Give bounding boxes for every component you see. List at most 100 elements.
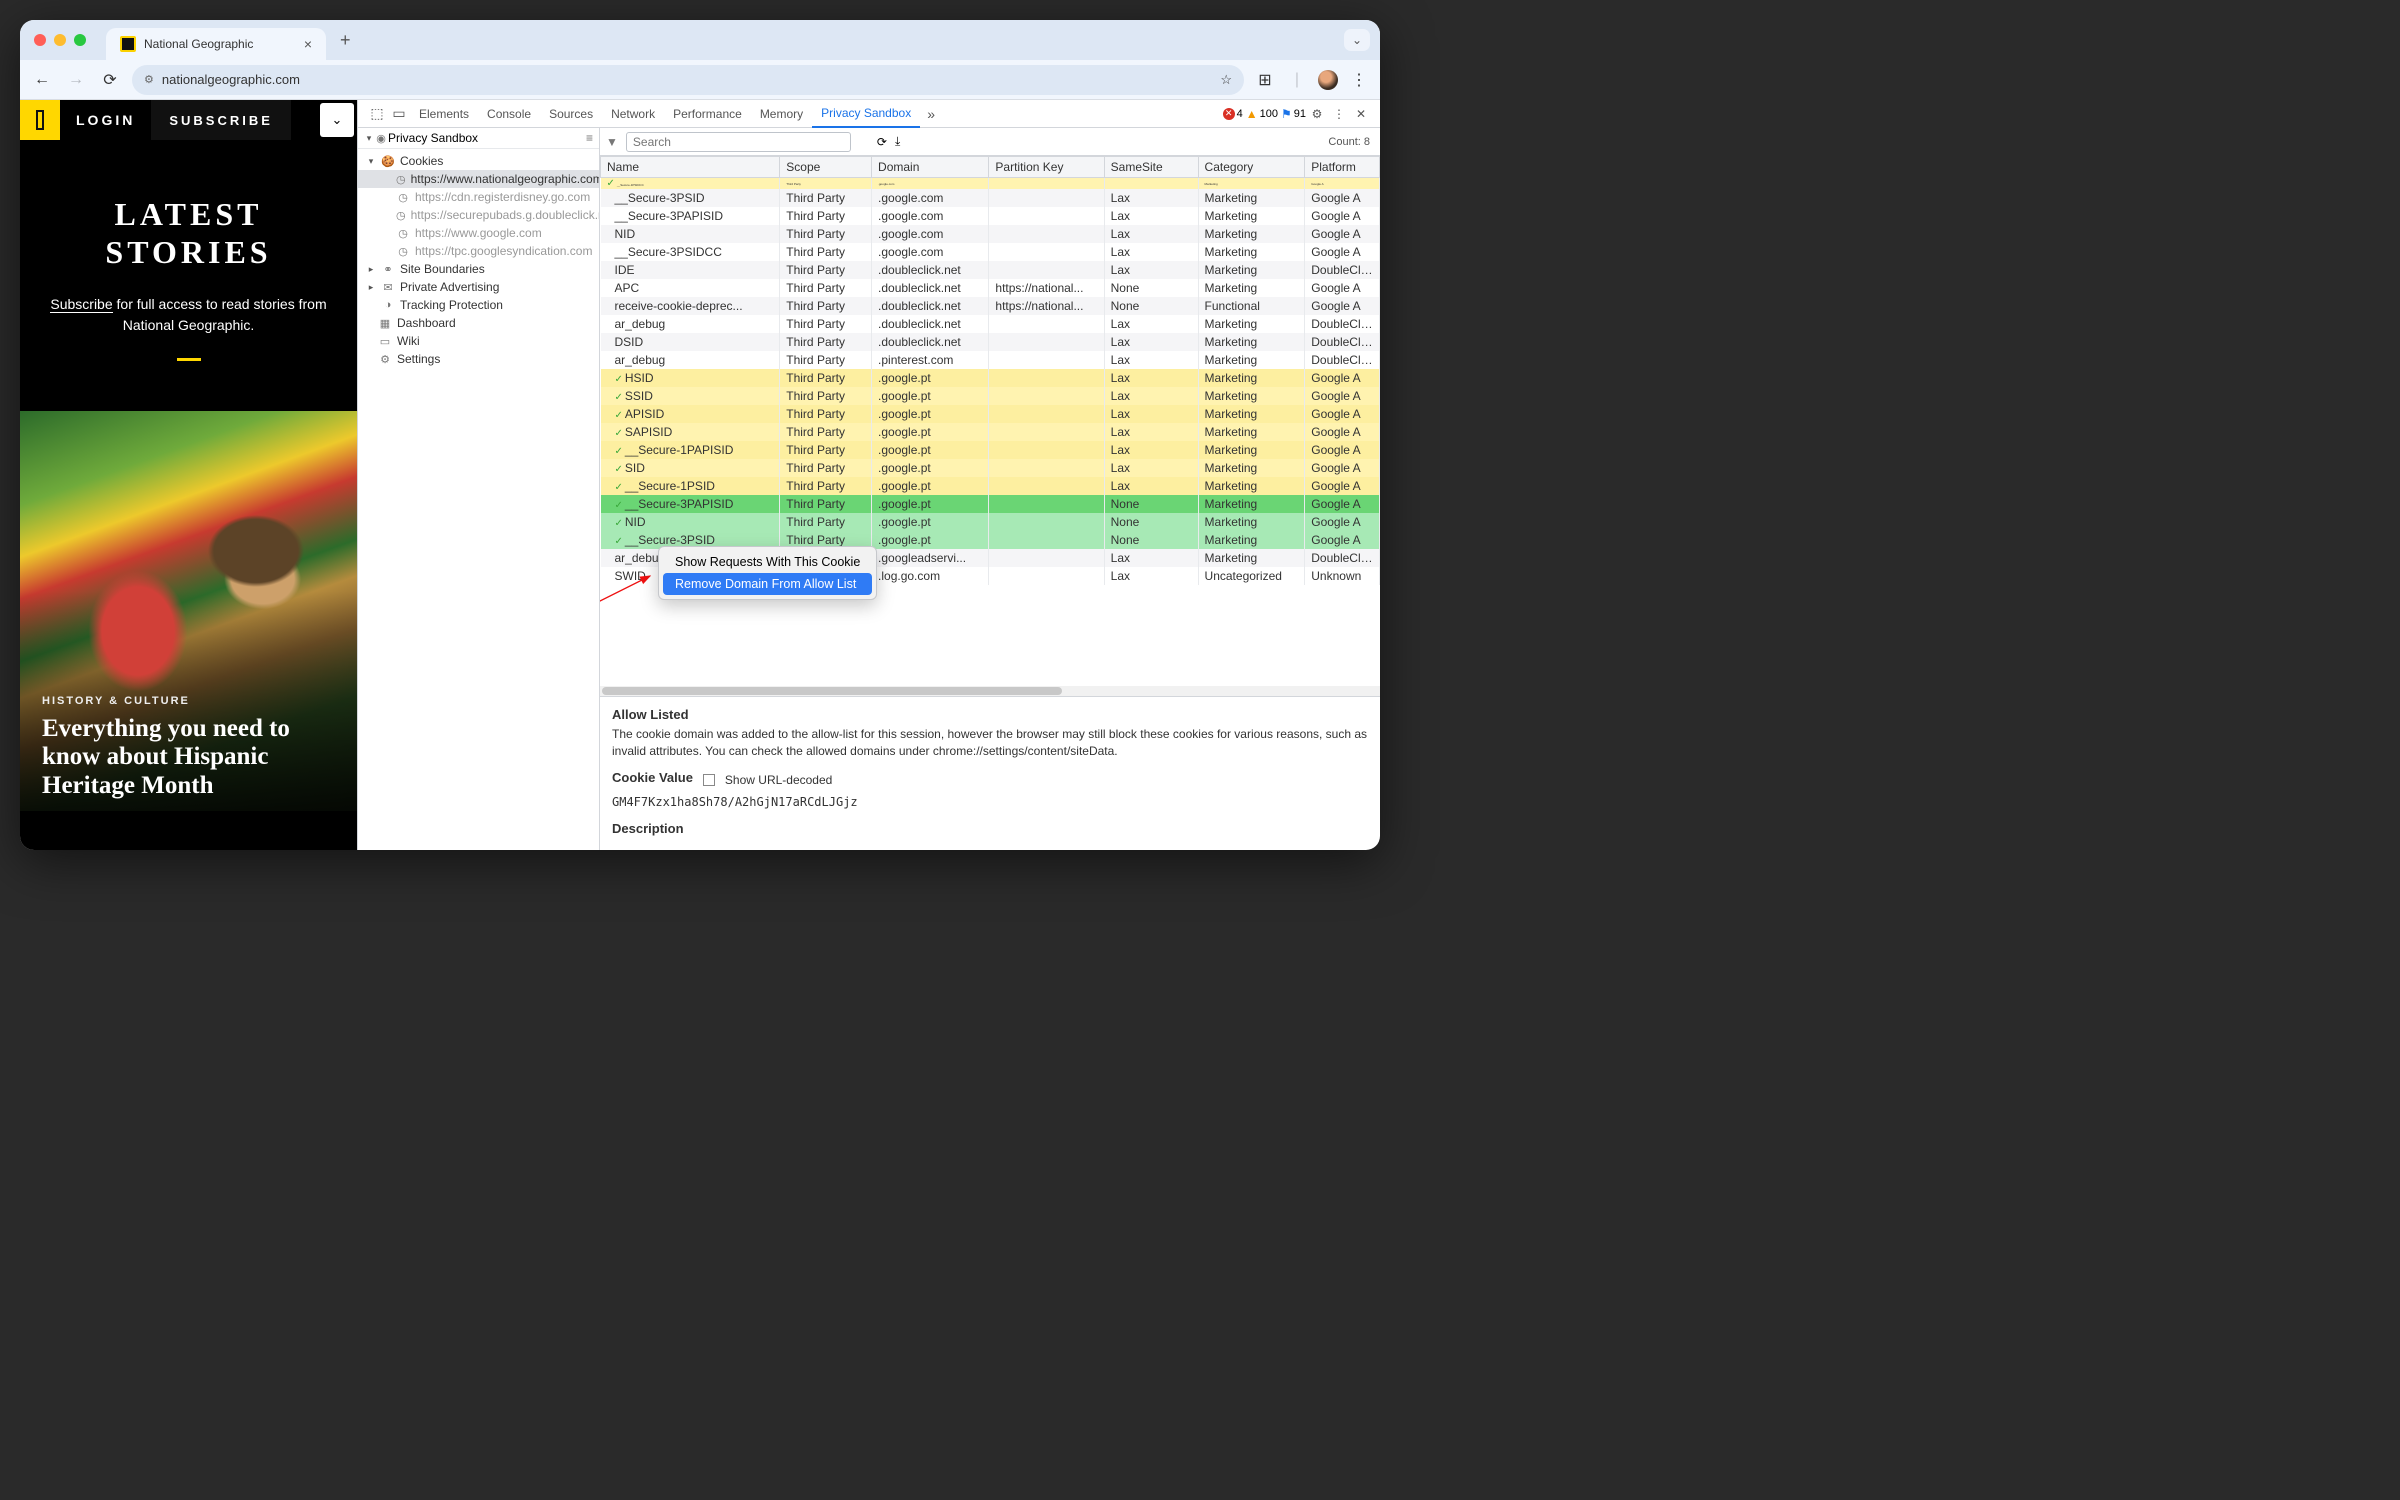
tree-tracking-protection[interactable]: ▸◑Tracking Protection [358, 296, 599, 314]
reload-button[interactable]: ⟳ [98, 70, 122, 90]
extensions-icon[interactable]: ⊞ [1254, 70, 1276, 90]
table-row[interactable]: ✓__Secure-1PSIDCCThird Party.google.comM… [601, 178, 1380, 190]
site-settings-icon[interactable]: ⚙ [144, 73, 154, 86]
table-row[interactable]: ✓SIDThird Party.google.ptLaxMarketingGoo… [601, 459, 1380, 477]
context-show-requests[interactable]: Show Requests With This Cookie [663, 551, 872, 573]
tree-private-advertising[interactable]: ▸✉Private Advertising [358, 278, 599, 296]
context-remove-domain[interactable]: Remove Domain From Allow List [663, 573, 872, 595]
table-row[interactable]: ✓APISIDThird Party.google.ptLaxMarketing… [601, 405, 1380, 423]
table-row[interactable]: ✓SSIDThird Party.google.ptLaxMarketingGo… [601, 387, 1380, 405]
sidebar-collapse-icon[interactable]: ≡ [586, 131, 593, 145]
browser-menu-icon[interactable]: ⋮ [1348, 70, 1370, 90]
browser-chrome-top: National Geographic × + ⌄ ← → ⟳ ⚙ nation… [20, 20, 1380, 100]
column-header[interactable]: Category [1198, 157, 1305, 178]
filter-icon[interactable]: ▼ [606, 135, 618, 149]
download-icon[interactable]: ⤓ [895, 134, 900, 149]
new-tab-button[interactable]: + [340, 30, 351, 51]
devtools-tab-performance[interactable]: Performance [664, 100, 751, 128]
horizontal-scrollbar[interactable] [600, 686, 1380, 696]
table-row[interactable]: ✓SAPISIDThird Party.google.ptLaxMarketin… [601, 423, 1380, 441]
details-heading-cookievalue: Cookie Value [612, 770, 693, 785]
table-row[interactable]: ✓__Secure-3PAPISIDThird Party.google.ptN… [601, 495, 1380, 513]
column-header[interactable]: Partition Key [989, 157, 1104, 178]
devtools-tab-console[interactable]: Console [478, 100, 540, 128]
bookmark-star-icon[interactable]: ☆ [1220, 72, 1232, 88]
table-row[interactable]: ar_debugThird Party.pinterest.comLaxMark… [601, 351, 1380, 369]
table-row[interactable]: IDEThird Party.doubleclick.netLaxMarketi… [601, 261, 1380, 279]
scrollbar-thumb[interactable] [602, 687, 1062, 695]
devtools-tab-memory[interactable]: Memory [751, 100, 812, 128]
tab-overflow-button[interactable]: ⌄ [1344, 29, 1370, 51]
table-row[interactable]: ar_debugThird Party.doubleclick.netLaxMa… [601, 315, 1380, 333]
more-tabs-icon[interactable]: » [920, 106, 942, 122]
refresh-icon[interactable]: ⟳ [877, 135, 887, 149]
table-row[interactable]: ✓__Secure-1PSIDThird Party.google.ptLaxM… [601, 477, 1380, 495]
devtools-menu-icon[interactable]: ⋮ [1328, 107, 1350, 121]
browser-toolbar: ← → ⟳ ⚙ nationalgeographic.com ☆ ⊞ | ⋮ [20, 60, 1380, 100]
back-button[interactable]: ← [30, 71, 54, 89]
tree-cookies[interactable]: ▾🍪Cookies [358, 152, 599, 170]
clock-icon: ◷ [396, 226, 410, 240]
tree-wiki[interactable]: ▭Wiki [358, 332, 599, 350]
sidebar-domain-item[interactable]: ◷https://tpc.googlesyndication.com [358, 242, 599, 260]
column-header[interactable]: SameSite [1104, 157, 1198, 178]
table-row[interactable]: NIDThird Party.google.comLaxMarketingGoo… [601, 225, 1380, 243]
profile-avatar[interactable] [1318, 70, 1338, 90]
sidebar-domain-item[interactable]: ◷https://www.google.com [358, 224, 599, 242]
column-header[interactable]: Domain [872, 157, 989, 178]
url-decoded-checkbox[interactable] [703, 774, 715, 786]
count-label: Count: 8 [1328, 136, 1370, 148]
sidebar-domain-item[interactable]: ◷https://securepubads.g.doubleclick.net [358, 206, 599, 224]
clock-icon: ◷ [396, 208, 406, 222]
devtools-settings-icon[interactable]: ⚙ [1306, 107, 1328, 121]
divider-icon [177, 358, 201, 361]
device-toggle-icon[interactable]: ▭ [388, 105, 410, 122]
tree-settings[interactable]: ⚙Settings [358, 350, 599, 368]
sidebar-root-label: Privacy Sandbox [388, 131, 478, 145]
table-row[interactable]: ✓HSIDThird Party.google.ptLaxMarketingGo… [601, 369, 1380, 387]
tab-close-icon[interactable]: × [304, 36, 312, 52]
devtools-tab-elements[interactable]: Elements [410, 100, 478, 128]
devtools-tab-sources[interactable]: Sources [540, 100, 602, 128]
table-row[interactable]: __Secure-3PAPISIDThird Party.google.comL… [601, 207, 1380, 225]
devtools-tab-privacy-sandbox[interactable]: Privacy Sandbox [812, 100, 920, 128]
table-row[interactable]: APCThird Party.doubleclick.nethttps://na… [601, 279, 1380, 297]
minimize-window-icon[interactable] [54, 34, 66, 46]
warning-count[interactable]: ▲100 [1246, 107, 1278, 121]
close-window-icon[interactable] [34, 34, 46, 46]
article-card[interactable]: HISTORY & CULTURE Everything you need to… [20, 411, 357, 811]
menu-chevron-icon[interactable]: ⌄ [320, 103, 354, 137]
hero-section: LATESTSTORIES Subscribe for full access … [20, 140, 357, 381]
info-count[interactable]: ⚑91 [1281, 107, 1306, 121]
table-row[interactable]: __Secure-3PSIDThird Party.google.comLaxM… [601, 189, 1380, 207]
search-input[interactable] [626, 132, 851, 152]
column-header[interactable]: Platform [1305, 157, 1380, 178]
inspect-element-icon[interactable]: ⬚ [366, 105, 388, 122]
login-button[interactable]: LOGIN [60, 112, 151, 128]
table-row[interactable]: ✓NIDThird Party.google.ptNoneMarketingGo… [601, 513, 1380, 531]
table-row[interactable]: DSIDThird Party.doubleclick.netLaxMarket… [601, 333, 1380, 351]
devtools-tab-network[interactable]: Network [602, 100, 664, 128]
maximize-window-icon[interactable] [74, 34, 86, 46]
sidebar-domain-item[interactable]: ◷https://www.nationalgeographic.com [358, 170, 599, 188]
table-row[interactable]: __Secure-3PSIDCCThird Party.google.comLa… [601, 243, 1380, 261]
table-row[interactable]: receive-cookie-deprec...Third Party.doub… [601, 297, 1380, 315]
tree-dashboard[interactable]: ▦Dashboard [358, 314, 599, 332]
browser-tab[interactable]: National Geographic × [106, 28, 326, 60]
mail-icon: ✉ [381, 280, 395, 294]
cookie-table-wrap[interactable]: NameScopeDomainPartition KeySameSiteCate… [600, 156, 1380, 686]
subscribe-link[interactable]: Subscribe [50, 296, 112, 313]
clock-icon: ◷ [396, 172, 406, 186]
table-row[interactable]: ✓__Secure-1PAPISIDThird Party.google.ptL… [601, 441, 1380, 459]
address-bar[interactable]: ⚙ nationalgeographic.com ☆ [132, 65, 1244, 95]
subscribe-button[interactable]: SUBSCRIBE [151, 100, 291, 140]
devtools-close-icon[interactable]: ✕ [1350, 107, 1372, 121]
content-area: LOGIN SUBSCRIBE ⌄ LATESTSTORIES Subscrib… [20, 100, 1380, 850]
tree-site-boundaries[interactable]: ▸⚭Site Boundaries [358, 260, 599, 278]
error-count[interactable]: ✕4 [1223, 108, 1243, 120]
sidebar-domain-item[interactable]: ◷https://cdn.registerdisney.go.com [358, 188, 599, 206]
url-decoded-label: Show URL-decoded [725, 773, 832, 787]
column-header[interactable]: Scope [780, 157, 872, 178]
column-header[interactable]: Name [601, 157, 780, 178]
natgeo-logo[interactable] [20, 100, 60, 140]
